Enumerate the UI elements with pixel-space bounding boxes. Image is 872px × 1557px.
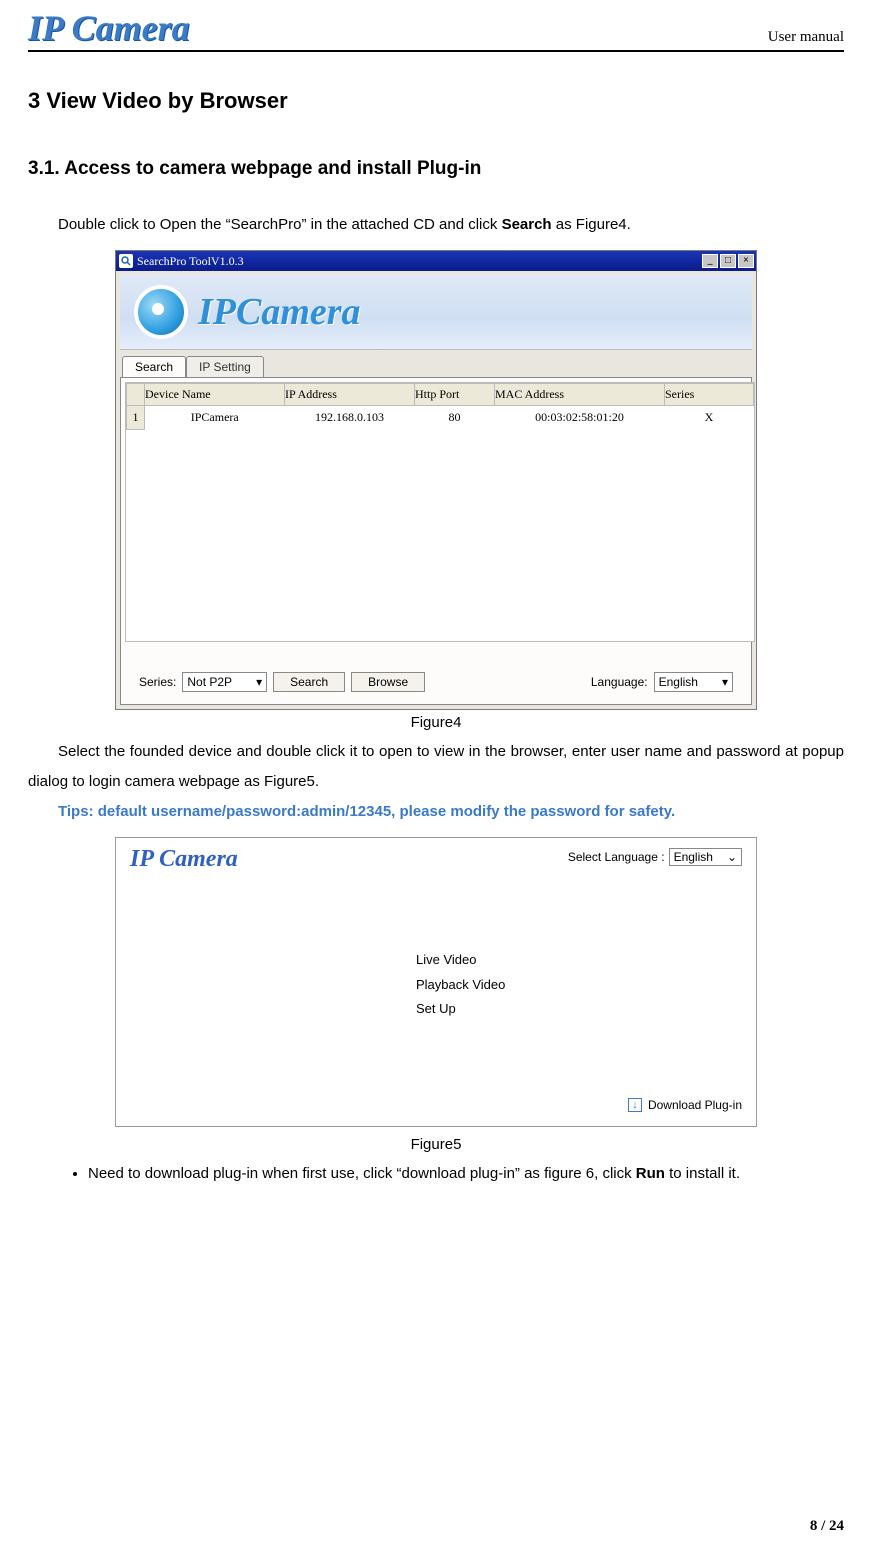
close-button[interactable]: × [738,254,754,268]
header-label: User manual [768,29,844,50]
col-ip: IP Address [285,384,415,406]
search-button[interactable]: Search [273,672,345,692]
paragraph-1: Double click to Open the “SearchPro” in … [28,210,844,240]
figure4-caption: Figure4 [28,714,844,731]
cell-ip: 192.168.0.103 [285,406,415,430]
maximize-button[interactable]: □ [720,254,736,268]
figure5-caption: Figure5 [28,1136,844,1153]
p1-bold: Search [502,216,552,233]
minimize-button[interactable]: _ [702,254,718,268]
download-icon: ↓ [628,1098,642,1112]
subsection-title: 3.1. Access to camera webpage and instal… [28,158,844,180]
series-select[interactable]: Not P2P ▾ [182,672,267,692]
download-plugin-label: Download Plug-in [648,1098,742,1112]
col-mac: MAC Address [495,384,665,406]
banner-text: IPCamera [198,290,361,334]
camera-webpage: IP Camera Select Language : English ⌄ Liv… [115,837,757,1127]
figure4-wrap: SearchPro ToolV1.0.3 _ □ × IPCamera Sear… [28,250,844,710]
select-language-label: Select Language : [568,850,665,864]
series-select-value: Not P2P [187,673,232,691]
p1-pre: Double click to Open the “SearchPro” in … [58,216,502,233]
table-row[interactable]: 1 IPCamera 192.168.0.103 80 00:03:02:58:… [127,406,754,430]
banner: IPCamera [120,275,752,350]
cell-device: IPCamera [145,406,285,430]
paragraph-2: Select the founded device and double cli… [28,737,844,797]
select-language-dropdown[interactable]: English ⌄ [669,848,742,866]
chevron-down-icon: ▾ [256,673,262,691]
col-num [127,384,145,406]
device-table[interactable]: Device Name IP Address Http Port MAC Add… [125,382,755,642]
p1-post: as Figure4. [552,216,631,233]
app-icon [119,254,133,268]
searchpro-window: SearchPro ToolV1.0.3 _ □ × IPCamera Sear… [115,250,757,710]
series-label: Series: [139,675,176,689]
page-number: 8 / 24 [810,1518,844,1535]
language-label: Language: [591,675,648,689]
tab-ipsetting[interactable]: IP Setting [186,356,264,377]
cell-port: 80 [415,406,495,430]
bullet-1: Need to download plug-in when first use,… [88,1159,844,1189]
eye-icon [134,285,188,339]
page-header: IP Camera User manual [28,0,844,52]
bullet-post: to install it. [665,1165,740,1182]
figure5-wrap: IP Camera Select Language : English ⌄ Liv… [28,837,844,1132]
webpage-logo: IP Camera [130,846,238,873]
language-select[interactable]: English ▾ [654,672,733,692]
download-plugin-link[interactable]: ↓ Download Plug-in [628,1098,742,1112]
browse-button[interactable]: Browse [351,672,425,692]
menu-live-video[interactable]: Live Video [416,948,505,973]
menu-playback-video[interactable]: Playback Video [416,973,505,998]
header-logo: IP Camera [28,10,190,50]
menu-set-up[interactable]: Set Up [416,997,505,1022]
bullet-pre: Need to download plug-in when first use,… [88,1165,636,1182]
cell-num: 1 [127,406,145,430]
cell-mac: 00:03:02:58:01:20 [495,406,665,430]
chevron-down-icon: ⌄ [727,850,737,864]
tips-line: Tips: default username/password:admin/12… [28,797,844,827]
col-port: Http Port [415,384,495,406]
tab-search[interactable]: Search [122,356,186,377]
chevron-down-icon: ▾ [722,673,728,691]
section-title: 3 View Video by Browser [28,88,844,114]
select-language-value: English [674,850,713,864]
window-title: SearchPro ToolV1.0.3 [137,254,244,269]
cell-series: X [665,406,754,430]
language-select-value: English [659,673,698,691]
titlebar: SearchPro ToolV1.0.3 _ □ × [116,251,756,271]
col-device: Device Name [145,384,285,406]
col-series: Series [665,384,754,406]
bullet-bold: Run [636,1165,665,1182]
